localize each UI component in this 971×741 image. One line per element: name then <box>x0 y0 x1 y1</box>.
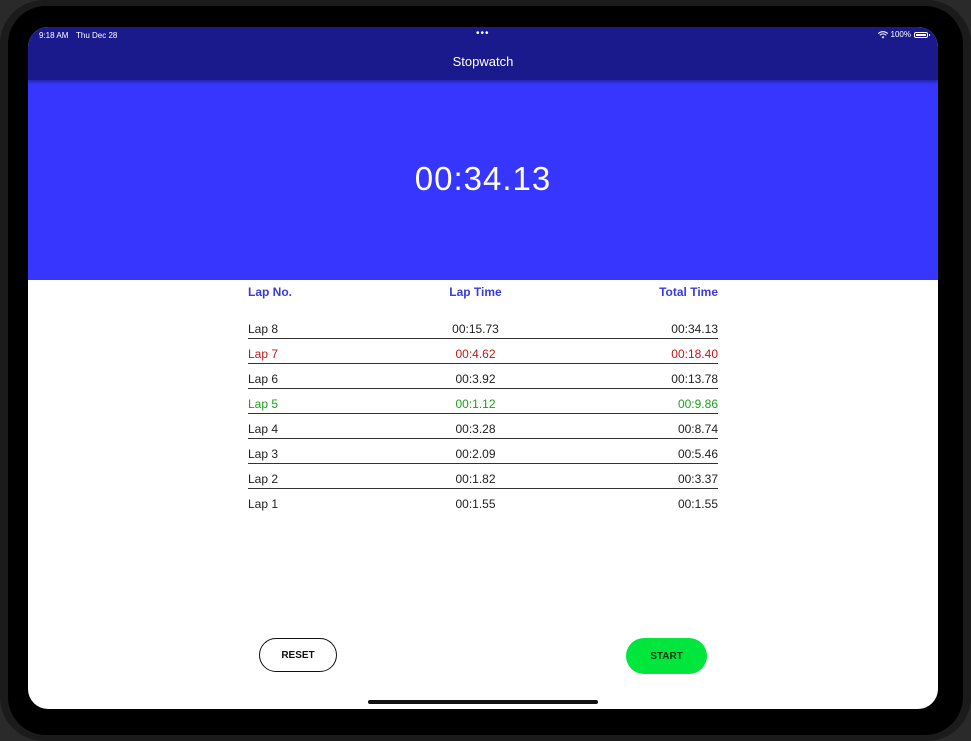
lap-time: 00:1.82 <box>455 472 496 486</box>
total-time: 00:3.37 <box>677 472 718 486</box>
lap-row: Lap 5 00:1.12 00:9.86 <box>248 389 718 414</box>
lap-row: Lap 1 00:1.55 00:1.55 <box>248 489 718 514</box>
lap-number: Lap 1 <box>248 497 279 511</box>
total-time: 00:34.13 <box>671 322 718 336</box>
total-time: 00:18.40 <box>671 347 718 361</box>
lap-list: Lap 8 00:15.73 00:34.13 Lap 7 00:4.62 00:18.4… <box>248 314 718 514</box>
lap-time: 00:3.92 <box>455 372 496 386</box>
lap-time: 00:1.12 <box>455 397 496 411</box>
battery-percent: 100% <box>890 30 911 39</box>
start-button[interactable]: START <box>626 638 707 674</box>
total-time: 00:13.78 <box>671 372 718 386</box>
lap-number: Lap 8 <box>248 322 279 336</box>
lap-row: Lap 4 00:3.28 00:8.74 <box>248 414 718 439</box>
lap-time: 00:1.55 <box>455 497 496 511</box>
total-time: 00:8.74 <box>677 422 718 436</box>
multitasking-dots[interactable]: ••• <box>476 28 490 39</box>
lap-time: 00:3.28 <box>455 422 496 436</box>
header-total-time: Total Time <box>659 285 718 299</box>
header-lap-no: Lap No. <box>248 285 292 299</box>
status-bar: 9:18 AM Thu Dec 28 ••• 100% <box>28 27 938 43</box>
status-right-group: 100% <box>877 30 930 39</box>
lap-row: Lap 8 00:15.73 00:34.13 <box>248 314 718 339</box>
lap-row: Lap 2 00:1.82 00:3.37 <box>248 464 718 489</box>
wifi-icon <box>877 30 888 39</box>
lap-row: Lap 3 00:2.09 00:5.46 <box>248 439 718 464</box>
lap-table-header: Lap No. Lap Time Total Time <box>248 285 718 307</box>
total-time: 00:5.46 <box>677 447 718 461</box>
lap-number: Lap 2 <box>248 472 279 486</box>
lap-time: 00:2.09 <box>455 447 496 461</box>
lap-number: Lap 6 <box>248 372 279 386</box>
total-time: 00:1.55 <box>677 497 718 511</box>
lap-row: Lap 6 00:3.92 00:13.78 <box>248 364 718 389</box>
total-time: 00:9.86 <box>677 397 718 411</box>
lap-table: Lap No. Lap Time Total Time Lap 8 00:15.7… <box>248 285 718 514</box>
lap-number: Lap 4 <box>248 422 279 436</box>
battery-icon <box>914 31 930 38</box>
ipad-device-frame: 9:18 AM Thu Dec 28 ••• 100% Stopwatch 00… <box>0 0 971 741</box>
lap-number: Lap 3 <box>248 447 279 461</box>
lap-number: Lap 7 <box>248 347 279 361</box>
reset-button[interactable]: RESET <box>259 638 337 672</box>
header-lap-time: Lap Time <box>449 285 502 299</box>
app-screen: 9:18 AM Thu Dec 28 ••• 100% Stopwatch 00… <box>28 27 938 709</box>
lap-number: Lap 5 <box>248 397 279 411</box>
timer-panel: 00:34.13 <box>28 80 938 280</box>
elapsed-time-display: 00:34.13 <box>414 160 552 197</box>
lap-time: 00:15.73 <box>452 322 499 336</box>
status-time: 9:18 AM <box>39 31 69 40</box>
navigation-bar: Stopwatch <box>28 43 938 80</box>
page-title: Stopwatch <box>452 54 514 69</box>
status-date: Thu Dec 28 <box>76 31 118 40</box>
lap-time: 00:4.62 <box>455 347 496 361</box>
lap-row: Lap 7 00:4.62 00:18.40 <box>248 339 718 364</box>
home-indicator[interactable] <box>368 700 598 704</box>
